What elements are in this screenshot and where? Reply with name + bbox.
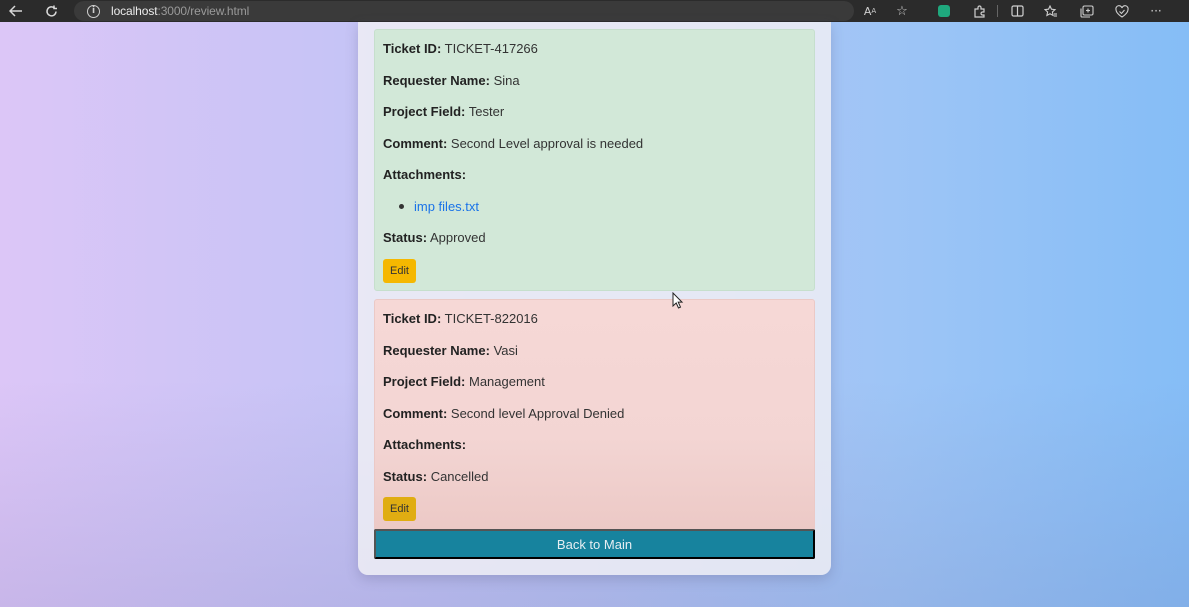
status-label: Status: [383, 230, 428, 245]
attachments-list: imp files.txt [399, 199, 479, 214]
comment-label: Comment: [383, 406, 448, 421]
mouse-cursor-icon [672, 292, 684, 309]
requester-value: Sina [493, 73, 520, 88]
refresh-icon[interactable] [40, 0, 62, 22]
ticket-id-label: Ticket ID: [383, 311, 442, 326]
info-icon[interactable]: i [87, 4, 100, 18]
status-value: Approved [429, 230, 486, 245]
ticket-id-value: TICKET-417266 [444, 41, 538, 56]
edit-button[interactable]: Edit [383, 497, 416, 521]
comment-label: Comment: [383, 136, 448, 151]
attachments-row: Attachments: [383, 437, 466, 452]
attachments-label: Attachments: [383, 437, 467, 452]
ticket-id-value: TICKET-822016 [444, 311, 538, 326]
requester-label: Requester Name: [383, 73, 490, 88]
project-row: Project Field: Management [383, 374, 545, 389]
browser-essentials-icon[interactable] [1112, 0, 1132, 22]
status-label: Status: [383, 469, 428, 484]
project-label: Project Field: [383, 374, 466, 389]
back-arrow-icon[interactable] [5, 0, 27, 22]
back-to-main-button[interactable]: Back to Main [374, 529, 815, 559]
extensions-puzzle-icon[interactable] [969, 0, 989, 22]
browser-toolbar: i localhost:3000/review.html AA ☆ ··· [0, 0, 1189, 22]
more-menu-icon[interactable]: ··· [1146, 0, 1166, 22]
url-path: :3000/review.html [157, 4, 250, 18]
project-row: Project Field: Tester [383, 104, 504, 119]
url-host: localhost [111, 4, 158, 18]
favorite-star-icon[interactable]: ☆ [892, 0, 912, 22]
project-value: Management [468, 374, 545, 389]
project-label: Project Field: [383, 104, 466, 119]
comment-value: Second Level approval is needed [450, 136, 644, 151]
status-value: Cancelled [430, 469, 489, 484]
split-screen-icon[interactable] [1007, 0, 1027, 22]
comment-value: Second level Approval Denied [450, 406, 625, 421]
read-aloud-icon[interactable]: AA [860, 0, 880, 22]
attachment-link[interactable]: imp files.txt [414, 199, 479, 214]
status-row: Status: Approved [383, 230, 486, 245]
ticket-card-cancelled: Ticket ID: TICKET-822016 Requester Name:… [374, 299, 815, 531]
attachments-row: Attachments: [383, 167, 466, 182]
ticket-id-label: Ticket ID: [383, 41, 442, 56]
toolbar-divider [997, 5, 998, 17]
requester-row: Requester Name: Sina [383, 73, 520, 88]
list-item: imp files.txt [399, 199, 479, 214]
attachments-label: Attachments: [383, 167, 467, 182]
extension-icon[interactable] [934, 0, 954, 22]
edit-button[interactable]: Edit [383, 259, 416, 283]
ticket-card-approved: Ticket ID: TICKET-417266 Requester Name:… [374, 29, 815, 291]
comment-row: Comment: Second level Approval Denied [383, 406, 624, 421]
requester-row: Requester Name: Vasi [383, 343, 518, 358]
bullet-icon [399, 204, 404, 209]
status-row: Status: Cancelled [383, 469, 489, 484]
requester-label: Requester Name: [383, 343, 490, 358]
comment-row: Comment: Second Level approval is needed [383, 136, 643, 151]
ticket-id-row: Ticket ID: TICKET-417266 [383, 41, 538, 56]
favorites-icon[interactable] [1041, 0, 1061, 22]
address-bar[interactable]: i localhost:3000/review.html [74, 1, 854, 21]
project-value: Tester [468, 104, 505, 119]
url-text[interactable]: localhost:3000/review.html [111, 4, 249, 18]
collections-icon[interactable] [1077, 0, 1097, 22]
requester-value: Vasi [493, 343, 518, 358]
ticket-id-row: Ticket ID: TICKET-822016 [383, 311, 538, 326]
